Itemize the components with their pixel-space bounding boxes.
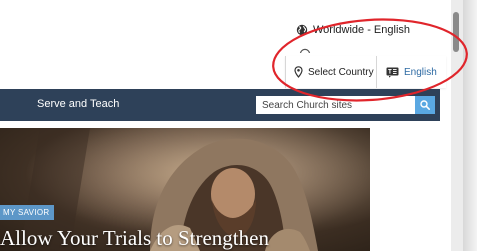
globe-icon bbox=[296, 24, 308, 36]
search-button[interactable] bbox=[415, 96, 435, 114]
select-country-button[interactable]: Select Country bbox=[286, 56, 377, 88]
language-option-worldwide[interactable]: Worldwide - English bbox=[296, 20, 410, 40]
search-icon bbox=[420, 100, 430, 110]
scrollbar-thumb[interactable] bbox=[453, 12, 459, 52]
language-option-label: Worldwide - English bbox=[313, 24, 411, 36]
select-country-label: Select Country bbox=[308, 66, 374, 78]
country-language-bar: Select Country English bbox=[285, 56, 446, 88]
language-english-label: English bbox=[404, 66, 437, 78]
main-nav-bar: Serve and Teach bbox=[0, 89, 440, 121]
hero-headline[interactable]: Allow Your Trials to Strengthen bbox=[0, 226, 269, 251]
page-edge-shadow bbox=[463, 0, 477, 251]
map-pin-icon bbox=[294, 66, 303, 78]
partial-menu-row bbox=[299, 47, 313, 53]
search-input[interactable] bbox=[256, 96, 415, 114]
nav-item-serve-and-teach[interactable]: Serve and Teach bbox=[37, 98, 119, 110]
hero-kicker-badge: MY SAVIOR bbox=[0, 205, 55, 220]
language-icon bbox=[386, 67, 399, 78]
language-english-button[interactable]: English bbox=[377, 56, 437, 88]
